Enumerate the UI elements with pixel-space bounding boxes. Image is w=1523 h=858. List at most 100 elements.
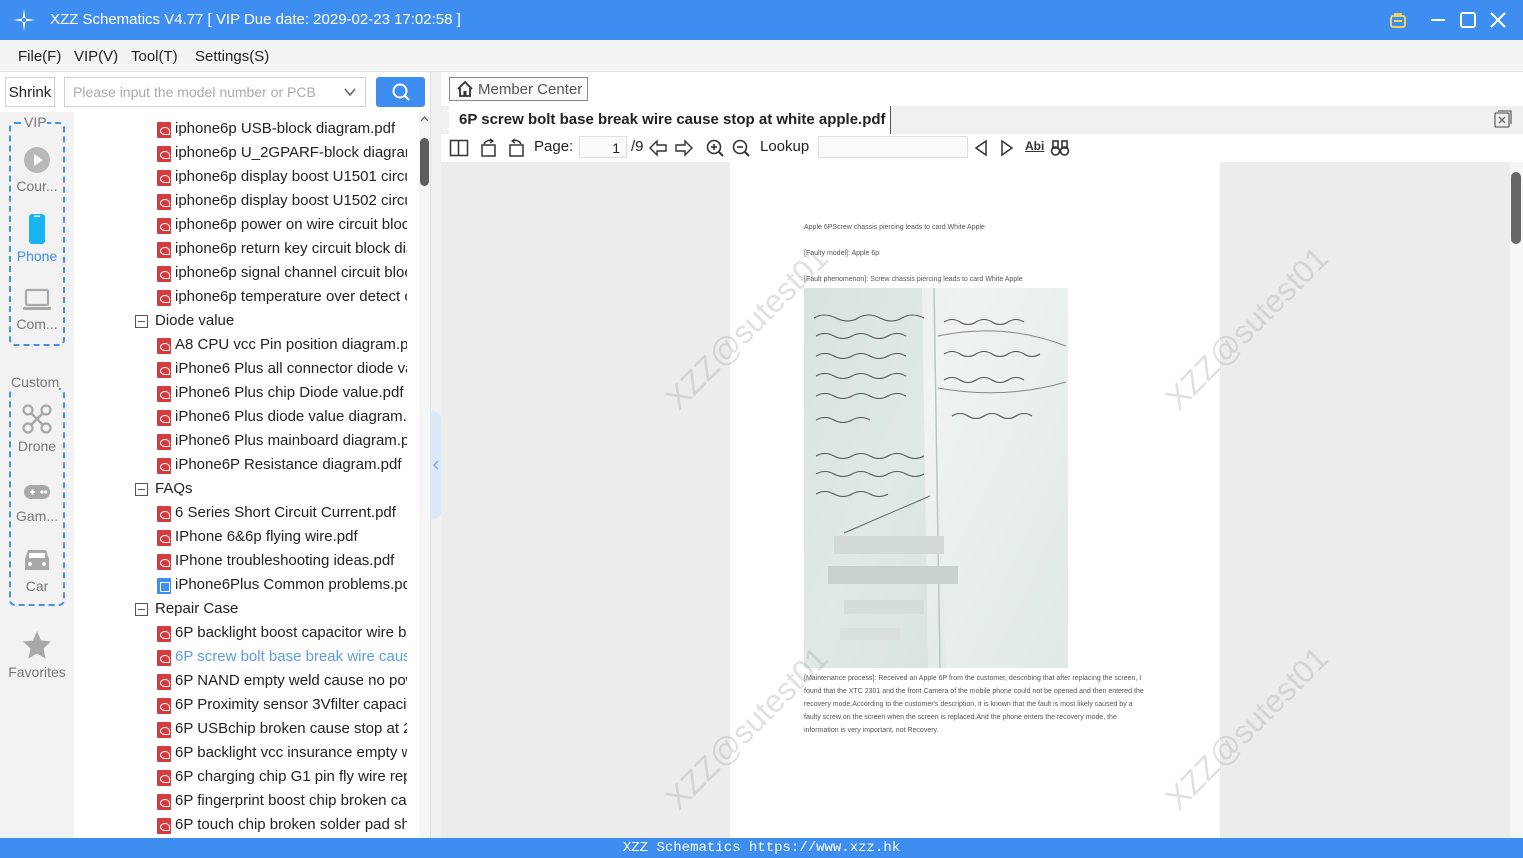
search-button[interactable]: [376, 77, 425, 107]
close-document-icon[interactable]: [1494, 110, 1512, 128]
tree-item-label: 6P backlight boost capacitor wire broken…: [175, 624, 407, 641]
tree-file[interactable]: 6P backlight vcc insurance empty weld.pd…: [74, 742, 430, 766]
tree-file[interactable]: iPhone6Plus Common problems.pdf: [74, 574, 430, 598]
tree-file[interactable]: 6P USBchip broken cause stop at 2.pdf: [74, 718, 430, 742]
minimize-button[interactable]: [1426, 8, 1450, 32]
member-center-label: Member Center: [478, 81, 583, 98]
tree-file[interactable]: IPhone troubleshooting ideas.pdf: [74, 550, 430, 574]
tree-file[interactable]: 6P Proximity sensor 3Vfilter capacitor.p…: [74, 694, 430, 718]
tree-item-label: iPhone6 Plus diode value diagram.pdf: [175, 408, 407, 425]
tree-file[interactable]: A8 CPU vcc Pin position diagram.pdf: [74, 334, 430, 358]
tree-file[interactable]: iphone6p temperature over detect circuit…: [74, 286, 430, 310]
pdf-file-icon: [157, 362, 171, 378]
pdf-fault-phenomenon: [Fault phenomenon]: Screw chassis pierci…: [804, 276, 1023, 283]
pdf-file-icon: [157, 530, 171, 546]
tree-folder[interactable]: Repair Case: [74, 598, 430, 622]
prev-page-icon[interactable]: [648, 138, 668, 158]
vip-bag-button[interactable]: [1386, 8, 1410, 32]
tree-item-label: FAQs: [155, 480, 193, 497]
rail-item-phone[interactable]: Phone: [0, 214, 74, 264]
tree-file[interactable]: iPhone6 Plus mainboard diagram.pdf: [74, 430, 430, 454]
rotate-left-icon[interactable]: [479, 138, 499, 158]
collapse-toggle-icon[interactable]: [135, 483, 148, 496]
tree-folder[interactable]: FAQs: [74, 478, 430, 502]
menu-vip[interactable]: VIP(V): [74, 48, 118, 65]
rail-item-courses[interactable]: Cour...: [0, 146, 74, 194]
search-input[interactable]: Please input the model number or PCB: [64, 77, 366, 107]
tree-file[interactable]: 6P charging chip G1 pin fly wire repair.…: [74, 766, 430, 790]
menu-file[interactable]: File(F): [18, 48, 61, 65]
tree-file[interactable]: iPhone6 Plus chip Diode value.pdf: [74, 382, 430, 406]
close-button[interactable]: [1486, 8, 1510, 32]
pdf-maintenance-process: [Maintenance process]: Received an Apple…: [804, 675, 1144, 734]
tree-file[interactable]: 6P NAND empty weld cause no power.pdf: [74, 670, 430, 694]
tree-file[interactable]: iphone6p U_2GPARF-block diagram.pdf: [74, 142, 430, 166]
search-placeholder: Please input the model number or PCB: [73, 84, 316, 100]
shrink-button[interactable]: Shrink: [5, 77, 55, 107]
rail-item-drone[interactable]: Drone: [0, 404, 74, 454]
menu-bar: File(F) VIP(V) Tool(T) Settings(S): [0, 40, 1523, 72]
tree-item-label: iphone6p display boost U1502 circuit.pdf: [175, 192, 407, 209]
tree-file[interactable]: iphone6p power on wire circuit block.pdf: [74, 214, 430, 238]
minimize-icon: [1431, 19, 1445, 21]
tree-file[interactable]: 6P backlight boost capacitor wire broken…: [74, 622, 430, 646]
lookup-input[interactable]: [818, 136, 968, 158]
tree-file[interactable]: 6P touch chip broken solder pad short.pd…: [74, 814, 430, 838]
sidebar-toggle-icon[interactable]: [449, 138, 469, 158]
tree-file[interactable]: iPhone6 Plus all connector diode value.p…: [74, 358, 430, 382]
tree-file[interactable]: iphone6p return key circuit block diagra…: [74, 238, 430, 262]
tree-item-label: iPhone6 Plus chip Diode value.pdf: [175, 384, 404, 401]
binoculars-icon[interactable]: [1050, 138, 1070, 158]
tree-file[interactable]: 6P screw bolt base break wire cause stop…: [74, 646, 430, 670]
pdf-file-icon: [157, 218, 171, 234]
rail-item-computer[interactable]: Com...: [0, 288, 74, 332]
pdf-file-icon: [157, 434, 171, 450]
custom-group-title: Custom: [11, 374, 60, 390]
tree-file[interactable]: iphone6p USB-block diagram.pdf: [74, 118, 430, 142]
document-tab[interactable]: 6P screw bolt base break wire cause stop…: [449, 106, 891, 134]
tree-file[interactable]: iphone6p display boost U1501 circuit.pdf: [74, 166, 430, 190]
pdf-file-icon: [157, 266, 171, 282]
find-next-icon[interactable]: [997, 138, 1017, 158]
menu-settings[interactable]: Settings(S): [195, 48, 269, 65]
tree-scroll-thumb[interactable]: [420, 138, 429, 186]
window-title: XZZ Schematics V4.77 [ VIP Due date: 202…: [50, 11, 461, 28]
next-page-icon[interactable]: [674, 138, 694, 158]
collapse-toggle-icon[interactable]: [135, 603, 148, 616]
pdf-file-icon: [157, 626, 171, 642]
find-prev-icon[interactable]: [971, 138, 991, 158]
scroll-up-icon[interactable]: [419, 114, 430, 124]
right-header: [441, 72, 1523, 106]
file-tree: iphone6p USB-block diagram.pdf iphone6p U…: [74, 112, 430, 838]
rail-item-favorites[interactable]: Favorites: [0, 630, 74, 680]
tree-file[interactable]: iPhone6P Resistance diagram.pdf: [74, 454, 430, 478]
tree-file[interactable]: 6 Series Short Circuit Current.pdf: [74, 502, 430, 526]
page-number-input[interactable]: 1: [579, 136, 627, 158]
page-total: /9: [631, 138, 644, 155]
tree-file[interactable]: 6P fingerprint boost chip broken cause.p…: [74, 790, 430, 814]
zoom-in-icon[interactable]: [705, 138, 725, 158]
tree-item-label: 6P charging chip G1 pin fly wire repair.…: [175, 768, 407, 785]
zoom-out-icon[interactable]: [731, 138, 751, 158]
tree-item-label: iphone6p U_2GPARF-block diagram.pdf: [175, 144, 407, 161]
rail-item-car[interactable]: Car: [0, 546, 74, 594]
collapse-toggle-icon[interactable]: [135, 315, 148, 328]
tree-file[interactable]: iphone6p signal channel circuit block.pd…: [74, 262, 430, 286]
match-case-button[interactable]: Abi: [1025, 139, 1044, 153]
viewer-scroll-thumb[interactable]: [1511, 172, 1521, 244]
rail-item-label: Drone: [17, 438, 57, 454]
tree-scrollbar[interactable]: [419, 112, 430, 838]
menu-tool[interactable]: Tool(T): [131, 48, 178, 65]
tree-file[interactable]: IPhone 6&6p flying wire.pdf: [74, 526, 430, 550]
rotate-right-icon[interactable]: [506, 138, 526, 158]
tree-item-label: 6P screw bolt base break wire cause stop…: [175, 648, 407, 665]
tree-item-label: IPhone troubleshooting ideas.pdf: [175, 552, 395, 569]
chevron-down-icon[interactable]: [343, 85, 357, 99]
tree-file[interactable]: iPhone6 Plus diode value diagram.pdf: [74, 406, 430, 430]
tree-folder[interactable]: Diode value: [74, 310, 430, 334]
rail-item-game[interactable]: Gam...: [0, 480, 74, 524]
tree-file[interactable]: iphone6p display boost U1502 circuit.pdf: [74, 190, 430, 214]
viewer-scrollbar[interactable]: [1510, 162, 1523, 838]
member-center-button[interactable]: Member Center: [449, 77, 588, 101]
maximize-button[interactable]: [1456, 8, 1480, 32]
